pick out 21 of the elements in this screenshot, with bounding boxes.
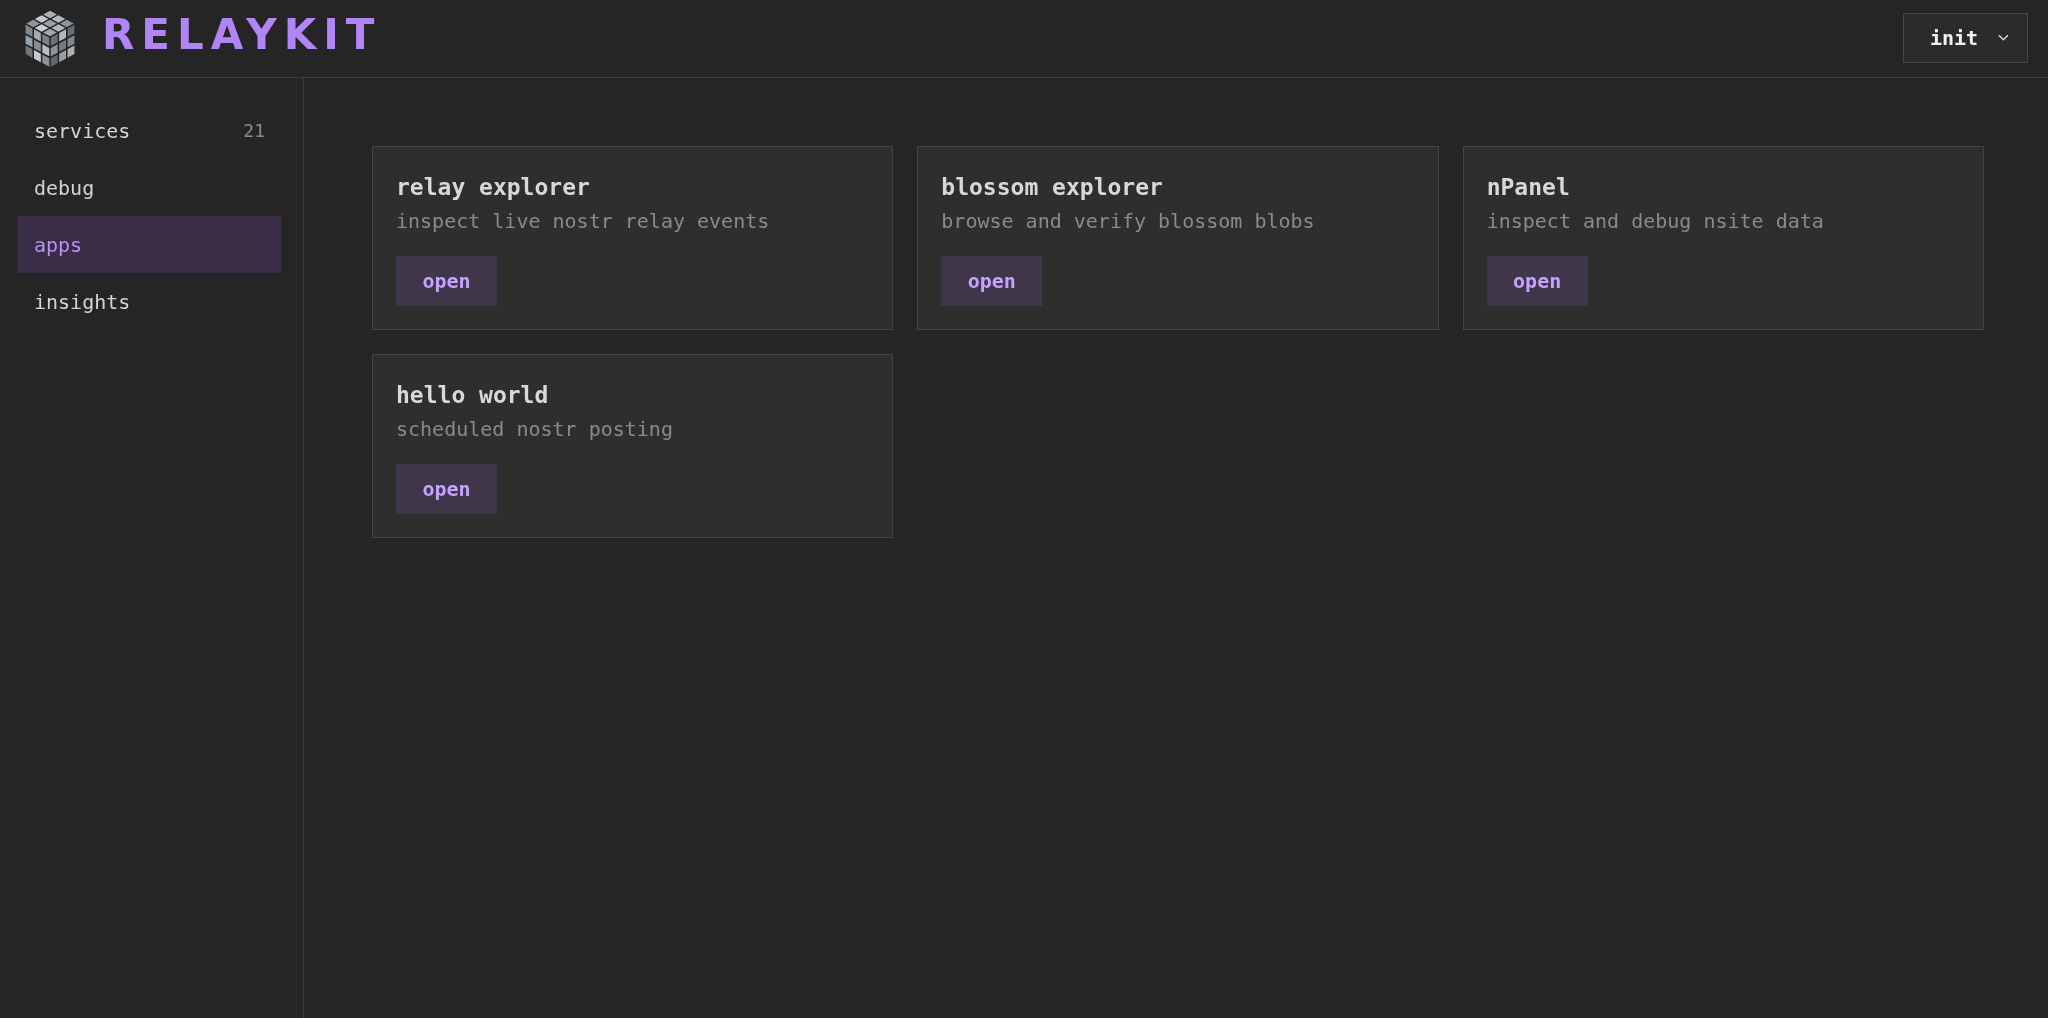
app-title: blossom explorer [941, 173, 1163, 202]
open-button[interactable]: open [396, 256, 497, 306]
sidebar-item[interactable]: debug [17, 159, 281, 216]
dropdown-button[interactable]: init [1903, 12, 2028, 63]
app-title: relay explorer [396, 173, 590, 202]
open-button[interactable]: open [941, 256, 1043, 306]
sidebar-item[interactable]: apps [17, 216, 281, 273]
sidebar-item[interactable]: insights [17, 273, 281, 330]
app-title: nPanel [1486, 173, 1570, 202]
open-button[interactable]: open [396, 464, 497, 514]
item-count: 21 [243, 120, 265, 141]
app-description: scheduled nostr posting [396, 416, 673, 443]
app-description: browse and verify blossom blobs [941, 208, 1315, 235]
chevron-down-icon [1998, 33, 2009, 42]
logo-wordmark: RELAYKIT [102, 13, 382, 56]
app-description: inspect and debug nsite data [1486, 208, 1824, 235]
cube-logo-icon [23, 8, 77, 69]
app-title: hello world [396, 381, 549, 410]
app-description: inspect live nostr relay events [396, 208, 770, 235]
open-button[interactable]: open [1486, 256, 1588, 306]
sidebar-item[interactable]: services 21 [17, 102, 281, 159]
